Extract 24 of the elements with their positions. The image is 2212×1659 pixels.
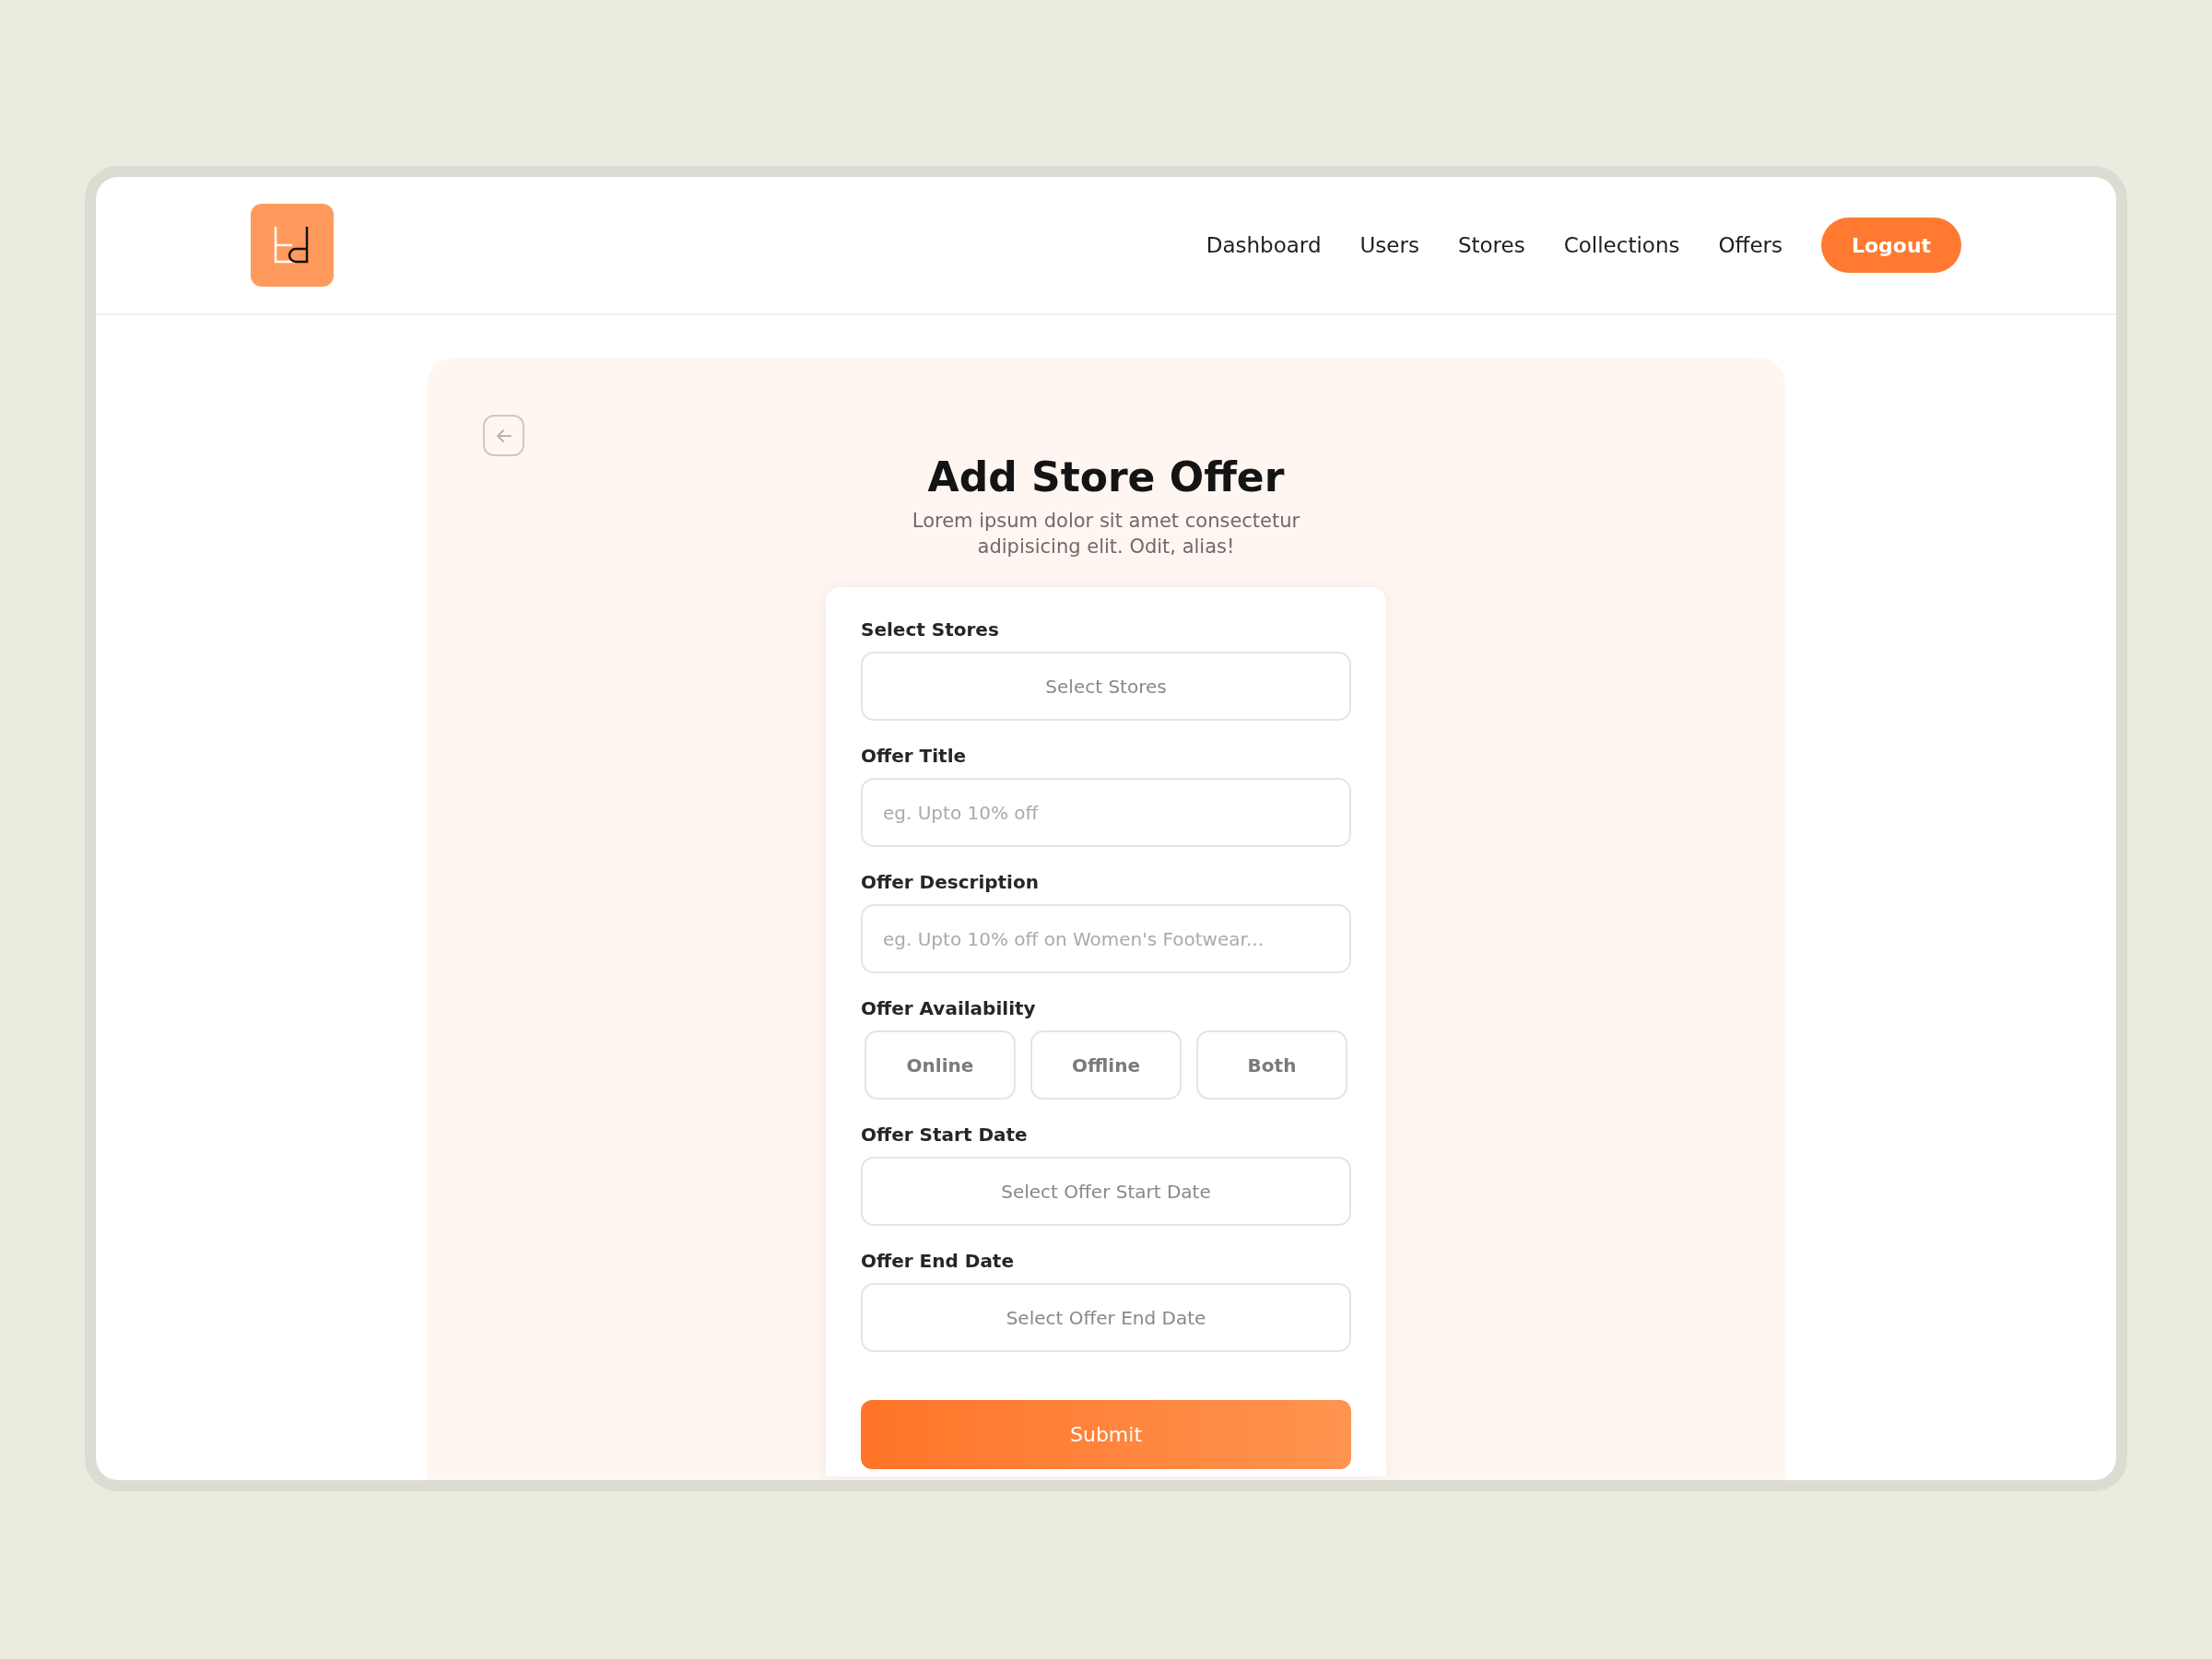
field-label: Select Stores (861, 618, 1000, 641)
select-field[interactable]: Select Offer Start Date (861, 1157, 1351, 1226)
field-label: Offer Start Date (861, 1124, 1029, 1146)
nav-link[interactable]: Offers (1718, 233, 1783, 257)
submit-button[interactable]: Submit (861, 1400, 1351, 1469)
nav-link[interactable]: Users (1359, 233, 1419, 257)
nav-link[interactable]: Stores (1457, 233, 1525, 257)
logout-button[interactable]: Logout (1821, 218, 1961, 273)
logo-icon[interactable] (251, 204, 334, 287)
nav-link[interactable]: Dashboard (1206, 233, 1322, 257)
field-label: Offer Availability (861, 997, 1037, 1019)
option-button[interactable]: Offline (1030, 1030, 1182, 1100)
select-field[interactable]: Select Stores (861, 652, 1351, 721)
option-button[interactable]: Online (865, 1030, 1016, 1100)
option-button[interactable]: Both (1196, 1030, 1347, 1100)
page-title: Add Store Offer (927, 453, 1285, 500)
input-field[interactable]: eg. Upto 10% off on Women's Footwear... (861, 904, 1351, 973)
field-label: Offer Title (861, 745, 968, 767)
page-subtitle: Lorem ipsum dolor sit amet consectetur adipisicing elit. Odit, alias! (911, 509, 1301, 559)
nav-link[interactable]: Collections (1563, 233, 1680, 257)
select-field[interactable]: Select Offer End Date (861, 1283, 1351, 1352)
field-label: Offer Description (861, 871, 1040, 893)
field-label: Offer End Date (861, 1250, 1015, 1272)
input-field[interactable]: eg. Upto 10% off (861, 778, 1351, 847)
